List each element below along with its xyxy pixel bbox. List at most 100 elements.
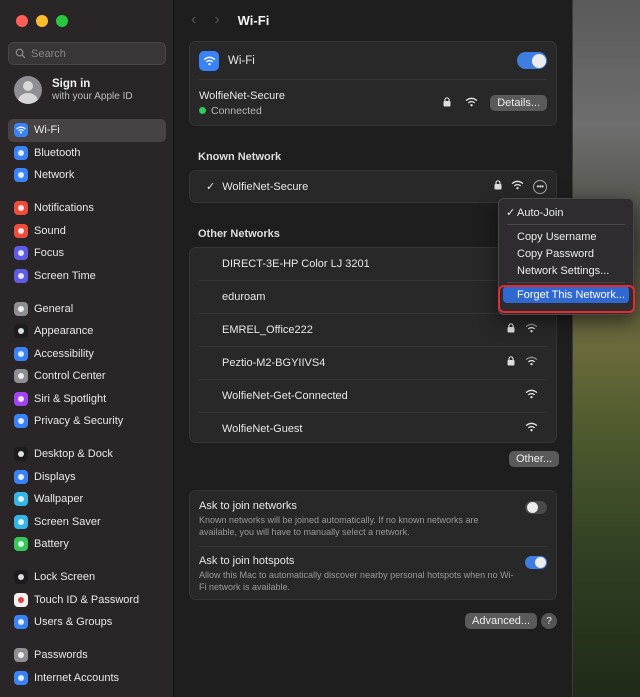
sidebar-item-bluetooth[interactable]: Bluetooth — [8, 142, 166, 165]
advanced-button[interactable]: Advanced... — [465, 613, 538, 629]
page-title: Wi-Fi — [237, 12, 270, 28]
sidebar-item-passwords[interactable]: Passwords — [8, 644, 166, 667]
connected-check-icon: ✓ — [206, 181, 216, 193]
control-center-icon — [14, 369, 28, 384]
forward-arrow-icon[interactable]: › — [214, 11, 219, 29]
sidebar-item-label: Lock Screen — [34, 571, 96, 584]
other-networks-title: Other Networks — [198, 228, 280, 240]
lock-icon — [494, 180, 502, 193]
sidebar-item-label: Notifications — [34, 202, 94, 215]
wifi-strength-icon — [525, 323, 538, 336]
sidebar-item-wallpaper[interactable]: Wallpaper — [8, 488, 166, 511]
sidebar-item-accessibility[interactable]: Accessibility — [8, 343, 166, 366]
at-icon — [14, 670, 28, 685]
sidebar-item-label: Touch ID & Password — [34, 593, 140, 606]
sidebar-item-wi-fi[interactable]: Wi-Fi — [8, 119, 166, 142]
sidebar-item-label: Screen Time — [34, 269, 96, 282]
sidebar-item-internet-accounts[interactable]: Internet Accounts — [8, 667, 166, 690]
network-row[interactable]: WolfieNet-Get-Connected — [190, 380, 556, 412]
sidebar-item-focus[interactable]: Focus — [8, 242, 166, 265]
window-controls — [16, 15, 68, 27]
sidebar-item-label: Focus — [34, 247, 64, 260]
sidebar-item-displays[interactable]: Displays — [8, 466, 166, 489]
desktop-wallpaper — [570, 0, 640, 697]
globe-icon — [14, 168, 28, 183]
sidebar-item-label: Desktop & Dock — [34, 448, 113, 461]
known-network-name: WolfieNet-Secure — [222, 180, 309, 193]
sidebar-item-label: Displays — [34, 470, 76, 483]
sidebar: Search Sign in with your Apple ID Wi-Fi B… — [0, 0, 174, 697]
bell-icon — [14, 201, 28, 216]
sidebar-item-notifications[interactable]: Notifications — [8, 197, 166, 220]
sidebar-item-label: Bluetooth — [34, 146, 81, 159]
bluetooth-icon — [14, 145, 28, 160]
ask-hotspots-toggle[interactable] — [525, 556, 547, 569]
sidebar-item-battery[interactable]: Battery — [8, 533, 166, 556]
fingerprint-icon — [14, 592, 28, 607]
sidebar-item-appearance[interactable]: Appearance — [8, 320, 166, 343]
sidebar-item-screen-saver[interactable]: Screen Saver — [8, 511, 166, 534]
users-icon — [14, 615, 28, 630]
zoom-button[interactable] — [56, 15, 68, 27]
close-button[interactable] — [16, 15, 28, 27]
speaker-icon — [14, 223, 28, 238]
network-name: eduroam — [222, 290, 266, 303]
ask-join-title: Ask to join networks — [199, 500, 297, 512]
help-button[interactable]: ? — [541, 613, 557, 629]
sidebar-item-general[interactable]: General — [8, 298, 166, 321]
sidebar-item-label: Siri & Spotlight — [34, 392, 107, 405]
moon-icon — [14, 246, 28, 261]
menu-copy-password[interactable]: Copy Password — [499, 245, 633, 262]
sidebar-item-lock-screen[interactable]: Lock Screen — [8, 566, 166, 589]
sidebar-item-label: Screen Saver — [34, 515, 101, 528]
more-options-icon[interactable]: ••• — [533, 179, 547, 194]
network-row[interactable]: Peztio-M2-BGYIIVS4 — [190, 347, 556, 379]
sidebar-item-sound[interactable]: Sound — [8, 220, 166, 243]
ask-join-toggle[interactable] — [525, 501, 547, 514]
network-name: WolfieNet-Get-Connected — [222, 389, 348, 402]
menu-separator — [507, 282, 625, 283]
apple-id-signin[interactable]: Sign in with your Apple ID — [14, 76, 133, 104]
sidebar-item-label: Wi-Fi — [34, 124, 60, 137]
sidebar-item-control-center[interactable]: Control Center — [8, 365, 166, 388]
details-button[interactable]: Details... — [490, 95, 547, 111]
wifi-strength-icon — [525, 422, 538, 435]
wifi-card: Wi-Fi WolfieNet-Secure Connected Details… — [189, 41, 557, 126]
sidebar-item-privacy-security[interactable]: Privacy & Security — [8, 410, 166, 433]
titlebar: ‹ › Wi-Fi — [175, 0, 572, 40]
appearance-icon — [14, 324, 28, 339]
system-settings-window: Search Sign in with your Apple ID Wi-Fi B… — [0, 0, 573, 697]
other-button[interactable]: Other... — [509, 451, 560, 467]
network-name: EMREL_Office222 — [222, 323, 313, 336]
sidebar-item-network[interactable]: Network — [8, 164, 166, 187]
lock-icon — [507, 323, 515, 336]
network-row[interactable]: WolfieNet-Guest — [190, 413, 556, 445]
highlight-annotation — [498, 285, 635, 313]
network-row[interactable]: EMREL_Office222 — [190, 314, 556, 346]
search-input[interactable]: Search — [8, 42, 166, 65]
sidebar-item-label: General — [34, 302, 74, 315]
sidebar-item-touch-id-password[interactable]: Touch ID & Password — [8, 589, 166, 612]
sidebar-item-users-groups[interactable]: Users & Groups — [8, 611, 166, 634]
network-name: WolfieNet-Guest — [222, 422, 303, 435]
menu-copy-username[interactable]: Copy Username — [499, 228, 633, 245]
menu-auto-join[interactable]: ✓ Auto-Join — [499, 204, 633, 221]
sidebar-item-label: Accessibility — [34, 347, 94, 360]
sidebar-item-desktop-dock[interactable]: Desktop & Dock — [8, 443, 166, 466]
network-name: DIRECT-3E-HP Color LJ 3201 — [222, 257, 370, 270]
menu-network-settings[interactable]: Network Settings... — [499, 262, 633, 279]
minimize-button[interactable] — [36, 15, 48, 27]
gear-icon — [14, 301, 28, 316]
sidebar-item-screen-time[interactable]: Screen Time — [8, 265, 166, 288]
avatar — [14, 76, 42, 104]
wifi-toggle[interactable] — [517, 52, 547, 69]
sidebar-item-label: Network — [34, 169, 75, 182]
back-arrow-icon[interactable]: ‹ — [191, 11, 196, 29]
ask-hotspots-title: Ask to join hotspots — [199, 555, 295, 567]
hourglass-icon — [14, 268, 28, 283]
sidebar-item-siri-spotlight[interactable]: Siri & Spotlight — [8, 388, 166, 411]
ask-join-desc: Known networks will be joined automatica… — [199, 515, 479, 537]
